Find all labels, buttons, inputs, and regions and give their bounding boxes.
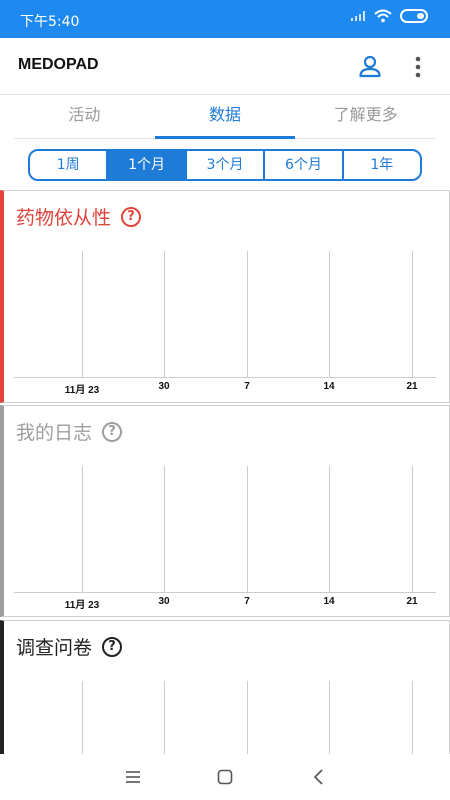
surveys-card[interactable]: 调查问卷 ? xyxy=(0,620,450,760)
gridline xyxy=(329,681,330,760)
tab-data[interactable]: 数据 xyxy=(154,94,296,139)
chart-area: 11月 23 30 7 14 21 xyxy=(14,251,436,396)
card-title: 药物依从性 ? xyxy=(16,203,142,230)
back-icon[interactable] xyxy=(310,768,328,786)
x-tick-label: 30 xyxy=(158,596,170,607)
status-time: 下午5:40 xyxy=(20,14,80,30)
status-icons xyxy=(350,9,430,23)
x-tick-label: 21 xyxy=(406,596,418,607)
help-icon[interactable]: ? xyxy=(121,206,142,227)
gridline xyxy=(164,681,165,760)
chart-baseline xyxy=(14,592,436,593)
x-tick-label: 11月 23 xyxy=(64,600,100,611)
app-title: MEDOPAD xyxy=(18,56,99,73)
home-square-icon[interactable] xyxy=(216,768,234,786)
gridline xyxy=(82,466,83,592)
tab-bar: 活动 数据 了解更多 xyxy=(14,94,436,139)
range-6-months[interactable]: 6个月 xyxy=(265,151,344,179)
gridline xyxy=(329,251,330,377)
tab-learn-more[interactable]: 了解更多 xyxy=(295,94,436,138)
chart-area xyxy=(14,681,436,760)
card-title-text: 调查问卷 xyxy=(16,637,93,659)
x-tick-label: 7 xyxy=(244,381,250,392)
medication-adherence-card[interactable]: 药物依从性 ? 11月 23 30 7 14 21 xyxy=(0,190,450,403)
card-title-text: 药物依从性 xyxy=(16,207,112,229)
more-vert-icon[interactable] xyxy=(408,54,428,80)
status-bar: 下午5:40 xyxy=(0,0,450,38)
wifi-icon xyxy=(374,9,392,23)
my-journal-card[interactable]: 我的日志 ? 11月 23 30 7 14 21 xyxy=(0,405,450,617)
card-title-text: 我的日志 xyxy=(16,422,93,444)
system-nav-bar xyxy=(0,754,450,800)
gridline xyxy=(247,466,248,592)
range-1-year[interactable]: 1年 xyxy=(344,151,420,179)
gridline xyxy=(412,466,413,592)
profile-icon[interactable] xyxy=(357,54,383,80)
chart-area: 11月 23 30 7 14 21 xyxy=(14,466,436,611)
card-title: 我的日志 ? xyxy=(16,418,123,445)
range-3-months[interactable]: 3个月 xyxy=(187,151,266,179)
gridline xyxy=(82,251,83,377)
signal-icon xyxy=(351,11,365,21)
gridline xyxy=(82,681,83,760)
menu-icon[interactable] xyxy=(124,768,142,786)
help-icon[interactable]: ? xyxy=(102,421,123,442)
x-tick-label: 7 xyxy=(244,596,250,607)
range-1-week[interactable]: 1周 xyxy=(30,151,109,179)
gridline xyxy=(247,681,248,760)
gridline xyxy=(412,251,413,377)
gridline xyxy=(247,251,248,377)
gridline xyxy=(164,466,165,592)
gridline xyxy=(164,251,165,377)
app-bar: MEDOPAD xyxy=(0,38,450,95)
tab-activity[interactable]: 活动 xyxy=(14,94,155,138)
battery-icon xyxy=(400,9,428,23)
x-tick-label: 21 xyxy=(406,381,418,392)
card-title: 调查问卷 ? xyxy=(16,633,123,660)
x-tick-label: 30 xyxy=(158,381,170,392)
gridline xyxy=(329,466,330,592)
chart-baseline xyxy=(14,377,436,378)
gridline xyxy=(412,681,413,760)
x-tick-label: 14 xyxy=(323,596,335,607)
help-icon[interactable]: ? xyxy=(102,636,123,657)
range-1-month[interactable]: 1个月 xyxy=(108,151,187,179)
time-range-selector: 1周 1个月 3个月 6个月 1年 xyxy=(28,149,422,181)
x-tick-label: 11月 23 xyxy=(64,385,100,396)
x-tick-label: 14 xyxy=(323,381,335,392)
